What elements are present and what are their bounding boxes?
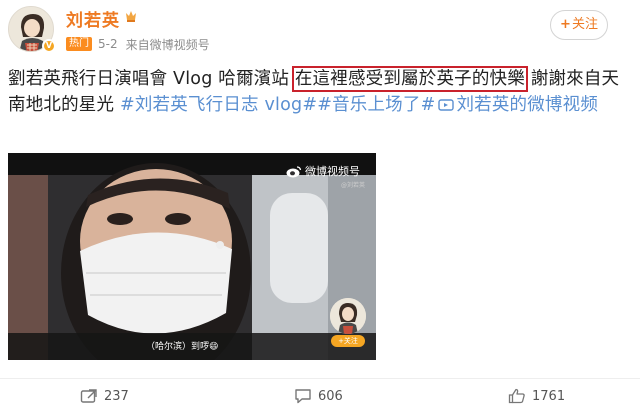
- video-link-icon: [438, 99, 455, 111]
- video-subtitle: （哈尔滨）到啰😄: [146, 342, 219, 352]
- post-header: V 刘若英 热门 5-2 来自微博视频号 +关注: [0, 0, 640, 60]
- vip-crown-icon: [126, 11, 136, 22]
- highlighted-text: 在這裡感受到屬於英子的快樂: [291, 66, 528, 92]
- comment-button[interactable]: 606: [294, 387, 343, 405]
- follow-label: 关注: [571, 17, 598, 32]
- plus-icon: +: [560, 17, 571, 32]
- comment-icon: [295, 389, 311, 404]
- weibo-logo-icon: [286, 165, 302, 177]
- hashtag-music[interactable]: #音乐上场了#: [317, 95, 435, 115]
- follow-button[interactable]: +关注: [550, 10, 608, 40]
- repost-count: 237: [104, 388, 129, 404]
- post-meta: 热门 5-2 来自微博视频号: [66, 36, 210, 52]
- post-source[interactable]: 来自微博视频号: [126, 36, 210, 53]
- action-bar: 237 606 1761: [0, 378, 640, 413]
- thumbs-up-icon: [508, 388, 525, 404]
- hot-badge: 热门: [66, 37, 92, 51]
- video-frame: [8, 153, 376, 360]
- like-button[interactable]: 1761: [508, 387, 565, 405]
- mini-avatar-illustration: [330, 298, 366, 334]
- mini-avatar[interactable]: [330, 298, 366, 334]
- like-count: 1761: [532, 388, 566, 404]
- watermark-author: @刘若英: [341, 182, 366, 189]
- repost-icon: [80, 389, 97, 403]
- repost-button[interactable]: 237: [80, 387, 129, 405]
- video-link[interactable]: 刘若英的微博视频: [435, 95, 598, 115]
- post-text-before: 劉若英飛行日演唱會 Vlog 哈爾濱站: [8, 69, 295, 89]
- hashtag-flight-log[interactable]: #刘若英飞行日志 vlog#: [120, 95, 317, 115]
- watermark-text: 微博视频号: [305, 165, 360, 178]
- video-watermark: 微博视频号: [286, 163, 360, 179]
- post-text: 劉若英飛行日演唱會 Vlog 哈爾濱站 在這裡感受到屬於英子的快樂 謝謝來自天南…: [8, 66, 632, 118]
- video-link-text: 刘若英的微博视频: [456, 95, 599, 115]
- mini-follow-button[interactable]: +关注: [331, 335, 365, 347]
- post-date[interactable]: 5-2: [98, 37, 118, 51]
- author-name[interactable]: 刘若英: [66, 6, 120, 31]
- verified-badge-icon: V: [42, 39, 56, 53]
- comment-count: 606: [318, 388, 343, 404]
- video-player[interactable]: [8, 153, 376, 360]
